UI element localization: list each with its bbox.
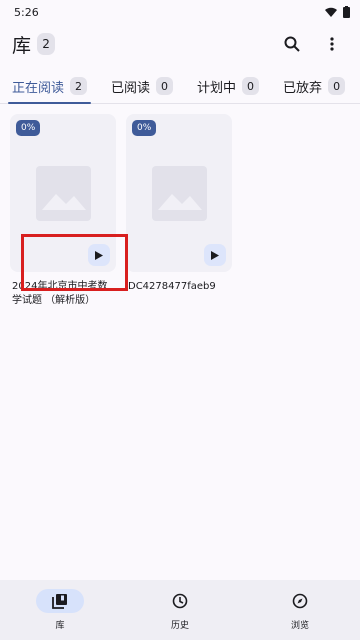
tab-bar: 正在阅读 2 已阅读 0 计划中 0 已放弃 0 bbox=[0, 70, 360, 104]
book-cover[interactable]: 0% bbox=[10, 114, 116, 272]
tab-count-badge: 0 bbox=[156, 77, 174, 95]
tab-finished[interactable]: 已阅读 0 bbox=[99, 70, 185, 102]
nav-library[interactable]: 库 bbox=[0, 580, 120, 631]
book-card[interactable]: 0% 2024年北京市中考数学试题 （解析版） bbox=[10, 114, 116, 308]
nav-browse[interactable]: 浏览 bbox=[240, 580, 360, 631]
continue-reading-button[interactable] bbox=[204, 244, 226, 266]
progress-badge: 0% bbox=[132, 120, 157, 136]
search-icon bbox=[284, 36, 300, 52]
book-card[interactable]: 0% DC4278477faeb9 bbox=[126, 114, 232, 308]
nav-history[interactable]: 历史 bbox=[120, 580, 240, 631]
nav-label: 历史 bbox=[170, 621, 189, 631]
library-count-badge: 2 bbox=[37, 33, 56, 55]
progress-badge: 0% bbox=[16, 120, 41, 136]
nav-label: 库 bbox=[55, 621, 65, 631]
book-grid: 0% 2024年北京市中考数学试题 （解析版） 0% DC4278477faeb… bbox=[10, 114, 232, 308]
tab-dropped[interactable]: 已放弃 0 bbox=[271, 70, 357, 102]
wifi-icon bbox=[325, 7, 337, 17]
library-icon bbox=[52, 594, 67, 609]
app-bar: 库 2 bbox=[0, 24, 360, 64]
battery-icon bbox=[343, 6, 350, 18]
tab-label: 计划中 bbox=[197, 80, 237, 96]
history-icon bbox=[172, 593, 188, 609]
play-icon bbox=[211, 250, 219, 260]
tab-label: 正在阅读 bbox=[12, 80, 65, 96]
tab-label: 已阅读 bbox=[111, 80, 151, 96]
image-placeholder-icon bbox=[36, 166, 91, 221]
tab-count-badge: 0 bbox=[328, 77, 346, 95]
status-icons bbox=[325, 6, 350, 18]
bottom-navigation: 库 历史 浏览 bbox=[0, 580, 360, 640]
page-title: 库 bbox=[12, 34, 32, 57]
nav-icon-container bbox=[156, 589, 204, 613]
tab-reading[interactable]: 正在阅读 2 bbox=[0, 70, 99, 104]
more-options-button[interactable] bbox=[322, 34, 342, 54]
play-icon bbox=[95, 250, 103, 260]
nav-icon-container bbox=[276, 589, 324, 613]
status-time: 5:26 bbox=[14, 5, 39, 19]
nav-label: 浏览 bbox=[290, 621, 309, 631]
tab-count-badge: 2 bbox=[70, 77, 88, 95]
book-title: 2024年北京市中考数学试题 （解析版） bbox=[12, 281, 108, 306]
tab-planned[interactable]: 计划中 0 bbox=[185, 70, 271, 102]
nav-icon-container bbox=[36, 589, 84, 613]
app-actions bbox=[282, 34, 348, 54]
image-placeholder-icon bbox=[152, 166, 207, 221]
more-vert-icon bbox=[330, 37, 334, 51]
book-title: DC4278477faeb9 bbox=[128, 281, 216, 292]
book-cover[interactable]: 0% bbox=[126, 114, 232, 272]
search-button[interactable] bbox=[282, 34, 302, 54]
compass-icon bbox=[292, 593, 308, 609]
tab-label: 已放弃 bbox=[283, 80, 323, 96]
tab-count-badge: 0 bbox=[242, 77, 260, 95]
status-bar: 5:26 bbox=[0, 0, 360, 24]
continue-reading-button[interactable] bbox=[88, 244, 110, 266]
